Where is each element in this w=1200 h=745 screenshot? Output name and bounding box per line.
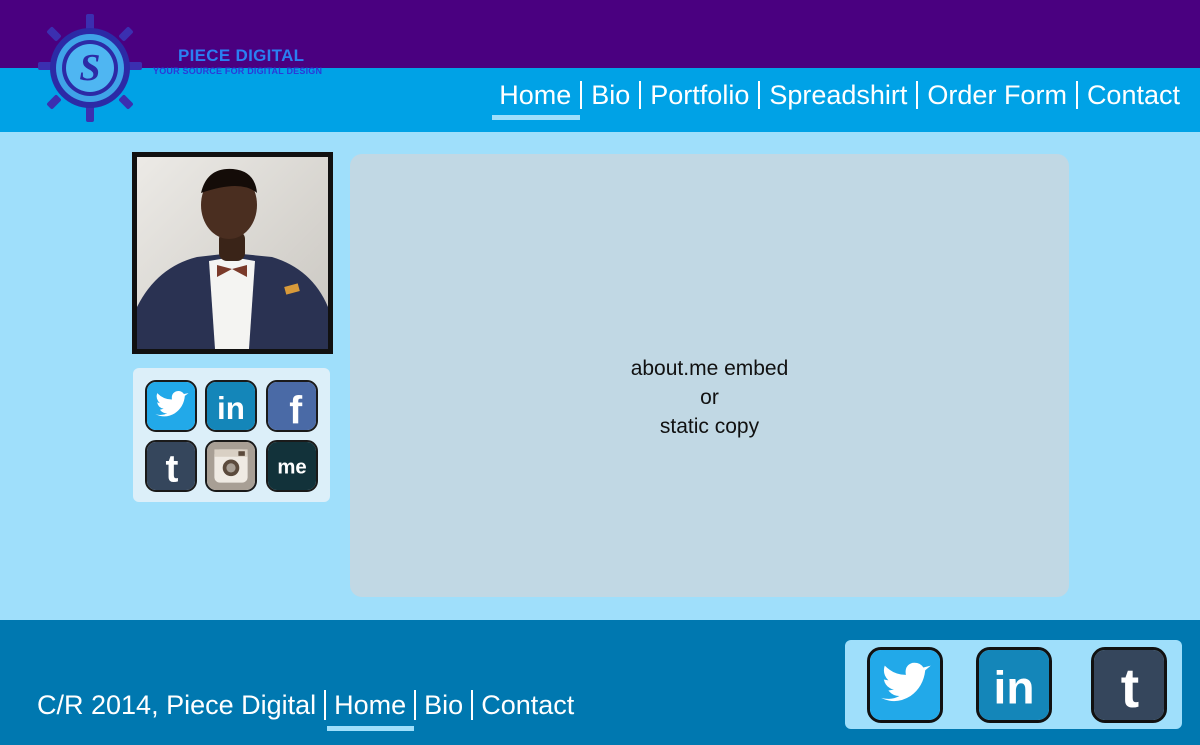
tumblr-icon[interactable]: t bbox=[145, 440, 197, 492]
brand-logo[interactable]: S bbox=[38, 14, 142, 122]
brand-tagline: YOUR SOURCE FOR DIGITAL DESIGN bbox=[153, 66, 323, 76]
nav-link-home[interactable]: Home bbox=[492, 76, 581, 120]
sidebar-social-links: in f t me bbox=[133, 368, 330, 502]
nav-separator bbox=[639, 81, 642, 109]
footer-social-links: in t bbox=[845, 640, 1182, 729]
footer-nav: C/R 2014, Piece Digital Home Bio Contact bbox=[37, 686, 574, 731]
main-nav: Home Bio Portfolio Spreadshirt Order For… bbox=[492, 76, 1180, 120]
nav-link-portfolio[interactable]: Portfolio bbox=[650, 76, 749, 114]
linkedin-icon[interactable]: in bbox=[205, 380, 257, 432]
tumblr-icon[interactable]: t bbox=[1091, 647, 1167, 723]
nav-link-order-form[interactable]: Order Form bbox=[927, 76, 1067, 114]
nav-link-bio[interactable]: Bio bbox=[591, 76, 630, 114]
svg-text:in: in bbox=[217, 391, 245, 426]
brand-name: PIECE DIGITAL bbox=[178, 46, 305, 65]
profile-photo bbox=[132, 152, 333, 354]
footer-link-bio[interactable]: Bio bbox=[424, 686, 463, 724]
placeholder-line: about.me embed bbox=[630, 357, 789, 380]
svg-text:me: me bbox=[277, 456, 306, 478]
svg-text:in: in bbox=[994, 661, 1035, 713]
aboutme-icon[interactable]: me bbox=[266, 440, 318, 492]
placeholder-line: or bbox=[700, 386, 719, 409]
twitter-icon[interactable] bbox=[867, 647, 943, 723]
content-placeholder: about.me embed or static copy bbox=[350, 354, 1069, 441]
nav-separator bbox=[580, 81, 583, 109]
about-content-panel: about.me embed or static copy bbox=[350, 154, 1069, 597]
linkedin-icon[interactable]: in bbox=[976, 647, 1052, 723]
footer-separator bbox=[471, 690, 474, 720]
copyright-text: C/R 2014, Piece Digital bbox=[37, 689, 317, 720]
nav-link-contact[interactable]: Contact bbox=[1087, 76, 1180, 114]
footer-separator bbox=[324, 690, 327, 720]
profile-portrait bbox=[137, 157, 328, 349]
footer-separator bbox=[414, 690, 417, 720]
instagram-icon[interactable] bbox=[205, 440, 257, 492]
nav-separator bbox=[758, 81, 761, 109]
placeholder-line: static copy bbox=[659, 415, 760, 438]
svg-text:t: t bbox=[1121, 657, 1139, 719]
facebook-icon[interactable]: f bbox=[266, 380, 318, 432]
footer-link-home[interactable]: Home bbox=[327, 686, 415, 731]
svg-text:S: S bbox=[79, 47, 100, 89]
nav-separator bbox=[916, 81, 919, 109]
svg-text:t: t bbox=[165, 448, 178, 490]
nav-separator bbox=[1075, 81, 1078, 109]
nav-link-spreadshirt[interactable]: Spreadshirt bbox=[769, 76, 907, 114]
twitter-icon[interactable] bbox=[145, 380, 197, 432]
footer-link-contact[interactable]: Contact bbox=[481, 686, 574, 724]
svg-text:f: f bbox=[289, 390, 302, 430]
